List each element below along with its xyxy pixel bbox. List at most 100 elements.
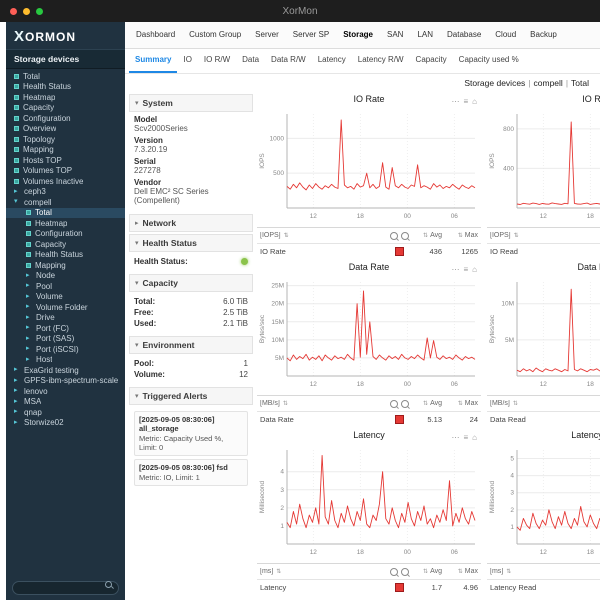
zoom-out-icon[interactable] [389,231,398,240]
more-icon[interactable]: ⋯ [451,94,459,109]
sort-icon[interactable]: ⇅ [458,568,463,575]
legend-icon[interactable]: ≡ [463,430,468,445]
zoom-out-icon[interactable] [389,399,398,408]
sidebar-item-msa[interactable]: ▸ MSA [6,397,125,408]
home-icon[interactable]: ⌂ [472,262,477,277]
sort-icon[interactable]: ⇅ [423,232,428,239]
sort-icon[interactable]: ⇅ [513,400,518,407]
sidebar-item-total[interactable]: Total [6,207,125,218]
maximize-icon[interactable] [36,7,43,15]
section-header-capacity[interactable]: ▾ Capacity [129,274,253,292]
close-icon[interactable] [10,7,17,15]
tab-backup[interactable]: Backup [523,22,564,48]
tab-lan[interactable]: LAN [410,22,440,48]
sort-icon[interactable]: ⇅ [284,232,289,239]
tab-database[interactable]: Database [440,22,488,48]
search-input[interactable] [12,580,119,595]
sidebar-item-exagrid-testing[interactable]: ▸ ExaGrid testing [6,365,125,376]
search-icon[interactable] [105,581,112,588]
tab-storage[interactable]: Storage [336,22,380,48]
sidebar-item-capacity[interactable]: Capacity [6,103,125,114]
tab-custom-group[interactable]: Custom Group [182,22,248,48]
sidebar-item-volume[interactable]: ▸ Volume [6,292,125,303]
home-icon[interactable]: ⌂ [472,94,477,109]
sidebar-item-gpfs-ibm-spectrum-scale[interactable]: ▸ GPFS-ibm-spectrum-scale [6,376,125,387]
sidebar-item-mapping[interactable]: Mapping [6,260,125,271]
chart-plot[interactable]: 5M10M12180006Bytes/sec [487,277,600,389]
chart-plot[interactable]: 40080012180006IOPS [487,109,600,221]
sidebar-item-hosts-top[interactable]: Hosts TOP [6,155,125,166]
sidebar-item-total[interactable]: Total [6,71,125,82]
subtab-latency[interactable]: Latency [312,49,352,73]
subtab-summary[interactable]: Summary [129,49,178,73]
chart-plot[interactable]: 123412 18 00 06Millisecond [257,445,479,557]
zoom-in-icon[interactable] [400,567,409,576]
breadcrumb-compell[interactable]: compell [531,78,566,88]
subtab-io[interactable]: IO [177,49,197,73]
tab-san[interactable]: SAN [380,22,410,48]
sort-icon[interactable]: ⇅ [506,568,511,575]
breadcrumb-storage-devices[interactable]: Storage devices [461,78,528,88]
zoom-in-icon[interactable] [400,231,409,240]
sidebar-item-topology[interactable]: Topology [6,134,125,145]
sort-icon[interactable]: ⇅ [423,568,428,575]
sidebar-item-health-status[interactable]: Health Status [6,250,125,261]
sidebar-item-volumes-top[interactable]: Volumes TOP [6,166,125,177]
more-icon[interactable]: ⋯ [451,430,459,445]
home-icon[interactable]: ⌂ [472,430,477,445]
sort-icon[interactable]: ⇅ [423,400,428,407]
tab-server-sp[interactable]: Server SP [286,22,336,48]
sidebar-item-port-fc[interactable]: ▸ Port (FC) [6,323,125,334]
sidebar-item-pool[interactable]: ▸ Pool [6,281,125,292]
series-color-swatch[interactable] [394,415,404,424]
series-color-swatch[interactable] [394,247,404,256]
sidebar-item-compell[interactable]: ▾ compell [6,197,125,208]
chart-plot[interactable]: 500 1000 12 18 00 06 IOPS [257,109,479,221]
subtab-capacity-used[interactable]: Capacity used % [453,49,525,73]
sidebar-item-lenovo[interactable]: ▸ lenovo [6,386,125,397]
sort-icon[interactable]: ⇅ [458,232,463,239]
sidebar-item-health-status[interactable]: Health Status [6,82,125,93]
legend-icon[interactable]: ≡ [463,262,468,277]
breadcrumb-total[interactable]: Total [568,78,592,88]
section-header-health-status[interactable]: ▾ Health Status [129,234,253,252]
sidebar-item-port-sas[interactable]: ▸ Port (SAS) [6,334,125,345]
chart-plot[interactable]: 5M 10M 15M 20M 25M 12 18 00 06 Bytes/sec [257,277,479,389]
sidebar-item-volume-folder[interactable]: ▸ Volume Folder [6,302,125,313]
sidebar-item-heatmap[interactable]: Heatmap [6,218,125,229]
zoom-out-icon[interactable] [389,567,398,576]
subtab-latency-r-w[interactable]: Latency R/W [352,49,410,73]
section-header-network[interactable]: ▸ Network [129,214,253,232]
tab-server[interactable]: Server [248,22,286,48]
more-icon[interactable]: ⋯ [451,262,459,277]
section-header-system[interactable]: ▾ System [129,94,253,112]
sort-icon[interactable]: ⇅ [283,400,288,407]
subtab-io-r-w[interactable]: IO R/W [198,49,236,73]
sidebar-item-configuration[interactable]: Configuration [6,113,125,124]
sidebar-item-ceph3[interactable]: ▸ ceph3 [6,187,125,198]
sidebar-item-mapping[interactable]: Mapping [6,145,125,156]
legend-icon[interactable]: ≡ [463,94,468,109]
chart-plot[interactable]: 1234512180006Millisecond [487,445,600,557]
subtab-data-r-w[interactable]: Data R/W [265,49,312,73]
tab-cloud[interactable]: Cloud [488,22,523,48]
sidebar-item-host[interactable]: ▸ Host [6,355,125,366]
sidebar-item-qnap[interactable]: ▸ qnap [6,407,125,418]
sidebar-item-heatmap[interactable]: Heatmap [6,92,125,103]
sort-icon[interactable]: ⇅ [514,232,519,239]
minimize-icon[interactable] [23,7,30,15]
subtab-capacity[interactable]: Capacity [410,49,453,73]
section-header-triggered-alerts[interactable]: ▾ Triggered Alerts [129,387,253,405]
sort-icon[interactable]: ⇅ [458,400,463,407]
sidebar-item-overview[interactable]: Overview [6,124,125,135]
zoom-in-icon[interactable] [400,399,409,408]
sort-icon[interactable]: ⇅ [276,568,281,575]
sidebar-item-configuration[interactable]: Configuration [6,229,125,240]
sidebar-item-volumes-inactive[interactable]: Volumes Inactive [6,176,125,187]
sidebar-item-storwize02[interactable]: ▸ Storwize02 [6,418,125,429]
app-logo[interactable]: XORMON [6,22,125,49]
series-color-swatch[interactable] [394,583,404,592]
sidebar-item-capacity[interactable]: Capacity [6,239,125,250]
sidebar-item-node[interactable]: ▸ Node [6,271,125,282]
sidebar-item-drive[interactable]: ▸ Drive [6,313,125,324]
